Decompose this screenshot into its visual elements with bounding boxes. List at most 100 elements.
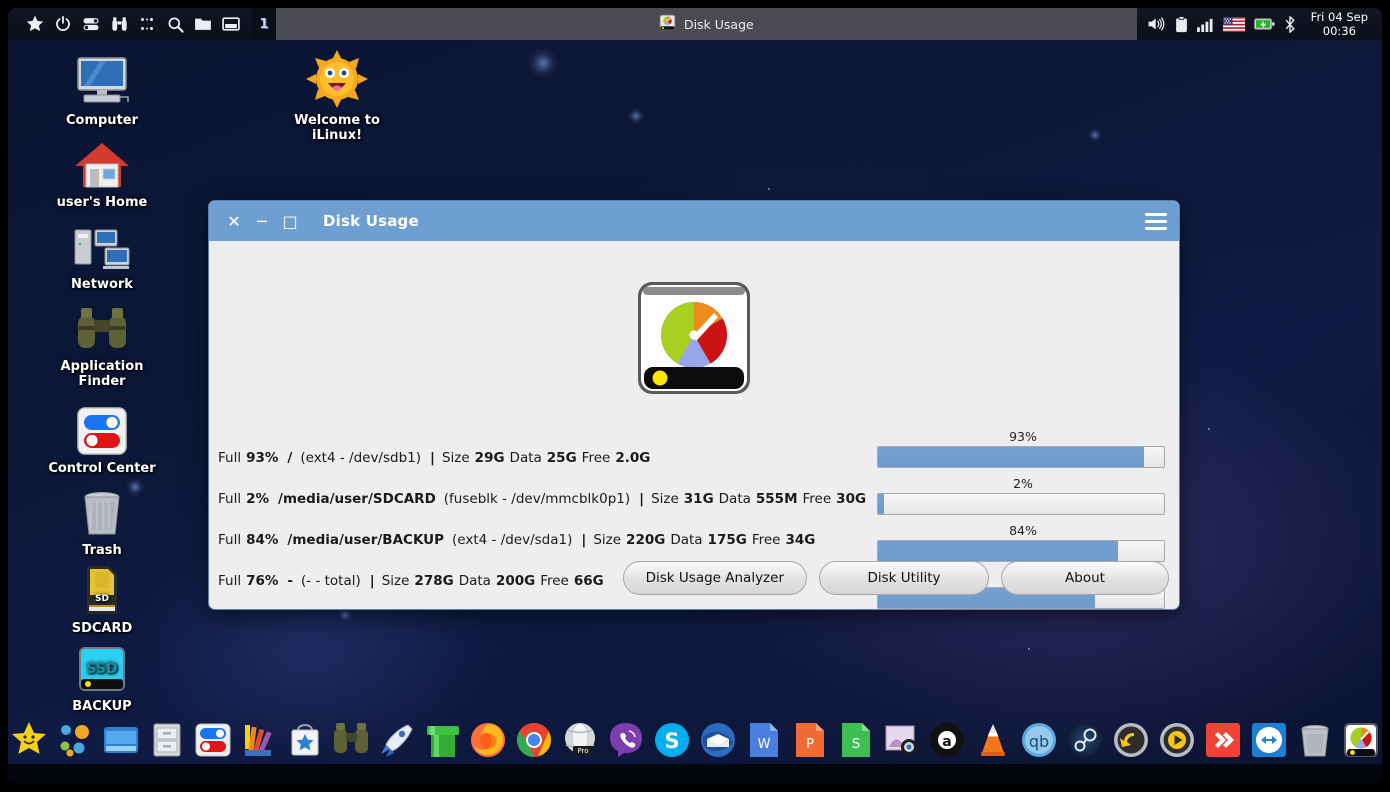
signal-icon[interactable] bbox=[1196, 17, 1214, 32]
desktop-icon-backup[interactable]: SSD BACKUP bbox=[38, 642, 166, 714]
progress-bar-fill bbox=[878, 447, 1144, 467]
free-value: 30G bbox=[836, 490, 867, 507]
disk-usage-analyzer-button[interactable]: Disk Usage Analyzer bbox=[622, 561, 807, 595]
dock-item-pipe[interactable] bbox=[421, 717, 464, 763]
desktop[interactable]: 1 Disk Usage Fri 04 Sep 00:36 Computer u… bbox=[8, 8, 1382, 784]
flag-us-icon[interactable] bbox=[1222, 16, 1245, 32]
folder-icon[interactable] bbox=[190, 11, 216, 37]
dock-item-archive[interactable] bbox=[146, 717, 189, 763]
task-button-disk-usage[interactable]: Disk Usage bbox=[659, 14, 754, 34]
battery-charging-icon[interactable] bbox=[1253, 17, 1275, 31]
dock-item-teamviewer[interactable] bbox=[1247, 717, 1290, 763]
progress-bar-fill bbox=[878, 541, 1119, 561]
window-title: Disk Usage bbox=[323, 212, 419, 230]
desktop-icon-application-finder[interactable]: Application Finder bbox=[38, 302, 166, 389]
ssd-icon: SSD bbox=[38, 642, 166, 694]
desktop-icon-home[interactable]: user's Home bbox=[38, 138, 166, 210]
star-icon[interactable] bbox=[22, 11, 48, 37]
svg-text:S: S bbox=[852, 737, 860, 752]
window-body: Full 93% / (ext4 - /dev/sdb1) | Size 29G… bbox=[209, 241, 1179, 609]
wallpaper-star bbox=[768, 188, 770, 190]
clipboard-icon[interactable] bbox=[1175, 15, 1188, 33]
search-icon[interactable] bbox=[162, 11, 188, 37]
wallpaper-glow bbox=[1088, 128, 1102, 142]
clock[interactable]: Fri 04 Sep 00:36 bbox=[1305, 10, 1372, 38]
desktop-icon-trash[interactable]: Trash bbox=[38, 486, 166, 558]
row-separator: | bbox=[639, 490, 645, 507]
dock-item-viber[interactable] bbox=[605, 717, 648, 763]
desktop-icon-computer[interactable]: Computer bbox=[38, 56, 166, 128]
power-icon[interactable] bbox=[50, 11, 76, 37]
progress-bar bbox=[877, 540, 1165, 562]
dock-item-opera[interactable]: Pro bbox=[559, 717, 602, 763]
desktop-icon-label: Network bbox=[71, 277, 133, 292]
disk-usage-icon bbox=[659, 14, 676, 34]
size-label: Size bbox=[593, 531, 622, 548]
usage-bar-label: 84% bbox=[1009, 523, 1037, 538]
dock-item-vlc[interactable] bbox=[972, 717, 1015, 763]
svg-text:S: S bbox=[664, 729, 679, 753]
dock-item-finder[interactable] bbox=[329, 717, 372, 763]
wallpaper-star bbox=[1208, 428, 1210, 430]
percent-value: 84% bbox=[246, 531, 279, 548]
dock-item-apps[interactable] bbox=[54, 717, 97, 763]
desktop-icon-control-center[interactable]: Control Center bbox=[38, 404, 166, 476]
svg-text:qb: qb bbox=[1029, 732, 1049, 751]
usage-bar-group: 2% bbox=[877, 476, 1169, 515]
disk-usage-gauge-icon bbox=[635, 279, 753, 397]
dock-item-store[interactable] bbox=[283, 717, 326, 763]
desktop-icon-network[interactable]: Network bbox=[38, 220, 166, 292]
window-titlebar[interactable]: ✕ ─ □ Disk Usage bbox=[209, 201, 1179, 241]
bluetooth-icon[interactable] bbox=[1284, 15, 1296, 33]
dock-item-control-center[interactable] bbox=[192, 717, 235, 763]
dock: Pro S W P S a qb bbox=[8, 710, 1382, 770]
dock-item-star[interactable] bbox=[8, 717, 51, 763]
dock-item-qbittorrent[interactable]: qb bbox=[1018, 717, 1061, 763]
usage-bar-group: 93% bbox=[877, 429, 1169, 468]
binoculars-icon bbox=[38, 302, 166, 354]
dock-item-undo[interactable] bbox=[1110, 717, 1153, 763]
top-panel: 1 Disk Usage Fri 04 Sep 00:36 bbox=[8, 8, 1382, 40]
window-icon[interactable] bbox=[218, 11, 244, 37]
dock-item-audacity[interactable]: a bbox=[926, 717, 969, 763]
percent-value: 93% bbox=[246, 449, 279, 466]
dock-item-thunderbird[interactable] bbox=[697, 717, 740, 763]
dock-item-skype[interactable]: S bbox=[651, 717, 694, 763]
disk-utility-button[interactable]: Disk Utility bbox=[819, 561, 989, 595]
wallpaper-star bbox=[1028, 648, 1030, 650]
desktop-icon-welcome[interactable]: Welcome to iLinux! bbox=[273, 50, 401, 143]
about-button[interactable]: About bbox=[1001, 561, 1169, 595]
dock-item-steam[interactable] bbox=[1064, 717, 1107, 763]
disk-usage-window[interactable]: ✕ ─ □ Disk Usage Full 93% / (ext4 - /dev… bbox=[208, 200, 1180, 610]
maximize-icon[interactable]: □ bbox=[277, 208, 303, 234]
dock-item-camera[interactable] bbox=[880, 717, 923, 763]
sdcard-icon: SD bbox=[38, 564, 166, 616]
dock-item-rocket[interactable] bbox=[375, 717, 418, 763]
dock-item-play[interactable] bbox=[1156, 717, 1199, 763]
size-value: 31G bbox=[683, 490, 714, 507]
free-label: Free bbox=[581, 449, 611, 466]
desktop-icon-sdcard[interactable]: SD SDCARD bbox=[38, 564, 166, 636]
close-icon[interactable]: ✕ bbox=[221, 208, 247, 234]
dock-item-disk-usage[interactable] bbox=[1339, 717, 1382, 763]
disk-row: Full 2% /media/user/SDCARD (fuseblk - /d… bbox=[218, 478, 898, 519]
dock-item-trash[interactable] bbox=[1293, 717, 1336, 763]
dock-item-writer[interactable]: W bbox=[742, 717, 785, 763]
hamburger-menu-icon[interactable] bbox=[1145, 212, 1167, 230]
network-icon bbox=[38, 220, 166, 272]
dock-item-anydesk[interactable] bbox=[1201, 717, 1244, 763]
binoculars-icon[interactable] bbox=[106, 11, 132, 37]
volume-icon[interactable] bbox=[1147, 16, 1166, 32]
dock-item-impress[interactable]: P bbox=[788, 717, 831, 763]
svg-text:P: P bbox=[806, 737, 814, 752]
grid-dots-icon[interactable] bbox=[134, 11, 160, 37]
dock-item-chrome[interactable] bbox=[513, 717, 556, 763]
dock-item-calc[interactable]: S bbox=[834, 717, 877, 763]
workspace-indicator[interactable]: 1 bbox=[252, 8, 276, 40]
toggle-switch-icon[interactable] bbox=[78, 11, 104, 37]
dock-item-firefox[interactable] bbox=[467, 717, 510, 763]
dock-item-theme[interactable] bbox=[237, 717, 280, 763]
minimize-icon[interactable]: ─ bbox=[249, 208, 275, 234]
data-label: Data bbox=[509, 449, 542, 466]
dock-item-file-manager[interactable] bbox=[100, 717, 143, 763]
